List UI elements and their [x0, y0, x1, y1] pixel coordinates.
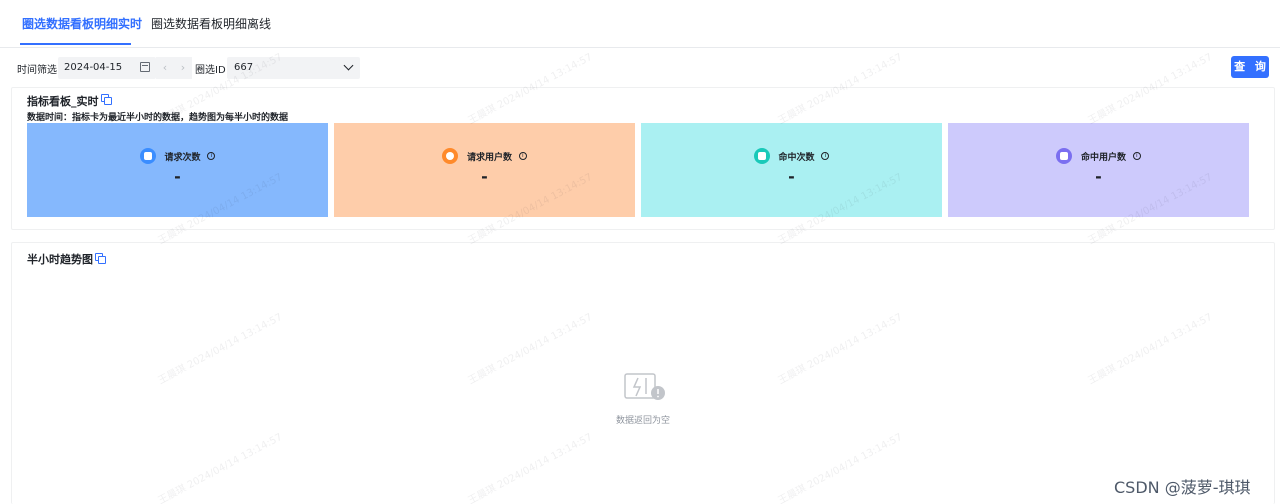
tab-realtime-detail[interactable]: 圈选数据看板明细实时 — [22, 16, 142, 32]
panel-title-realtime: 指标看板_实时 — [27, 95, 99, 108]
metric-label: 请求用户数 — [466, 152, 512, 163]
info-icon[interactable]: i — [1132, 152, 1141, 160]
metric-value: - — [174, 167, 181, 186]
circle-id-value: 667 — [234, 62, 254, 73]
calendar-icon — [140, 62, 150, 72]
metric-value: - — [481, 167, 488, 186]
data-time-description: 数据时间：指标卡为最近半小时的数据，趋势图为每半小时的数据 — [27, 113, 289, 123]
date-picker[interactable]: 2024-04-15 — [58, 57, 156, 79]
hit-count-icon — [753, 148, 770, 164]
metric-card-hit-count: 命中次数 i - — [641, 123, 942, 217]
chevron-down-icon — [343, 60, 354, 71]
time-filter-label: 时间筛选 — [17, 65, 57, 76]
info-icon[interactable]: i — [821, 152, 830, 160]
request-count-icon — [139, 148, 156, 164]
hit-user-icon — [1056, 148, 1073, 164]
metric-label: 命中次数 — [778, 152, 815, 163]
eye-icon — [442, 148, 459, 164]
next-date-button[interactable]: › — [174, 57, 192, 79]
tab-bar: 圈选数据看板明细实时 圈选数据看板明细离线 — [0, 0, 1280, 48]
query-button[interactable]: 查 询 — [1231, 56, 1269, 78]
active-tab-indicator — [20, 43, 131, 45]
circle-id-label: 圈选ID — [195, 65, 226, 76]
metric-label: 请求次数 — [164, 152, 201, 163]
metric-value: - — [788, 167, 795, 186]
metric-card-hit-users: 命中用户数 i - — [948, 123, 1249, 217]
circle-id-select[interactable]: 667 — [227, 57, 360, 79]
metric-card-request-count: 请求次数 i - — [27, 123, 328, 217]
filter-bar: 时间筛选 2024-04-15 ‹ › 圈选ID 667 查 询 — [0, 56, 1280, 80]
empty-data-icon — [624, 373, 665, 400]
date-value: 2024-04-15 — [64, 62, 123, 73]
info-icon[interactable]: i — [518, 152, 527, 160]
metric-label: 命中用户数 — [1080, 152, 1126, 163]
info-icon[interactable]: i — [207, 152, 216, 160]
tab-offline-detail[interactable]: 圈选数据看板明细离线 — [151, 16, 271, 32]
trend-chart-panel: 半小时趋势图 数据返回为空 — [11, 242, 1275, 504]
copy-icon[interactable] — [101, 94, 112, 105]
empty-state-text: 数据返回为空 — [615, 416, 670, 426]
csdn-watermark: CSDN @菠萝-琪琪 — [1114, 478, 1251, 497]
realtime-metrics-panel: 指标看板_实时 数据时间：指标卡为最近半小时的数据，趋势图为每半小时的数据 请求… — [11, 87, 1275, 230]
panel-title-trend: 半小时趋势图 — [27, 253, 93, 266]
metric-value: - — [1095, 167, 1102, 186]
prev-date-button[interactable]: ‹ — [156, 57, 174, 79]
copy-icon[interactable] — [95, 253, 106, 264]
metric-card-request-users: 请求用户数 i - — [334, 123, 635, 217]
